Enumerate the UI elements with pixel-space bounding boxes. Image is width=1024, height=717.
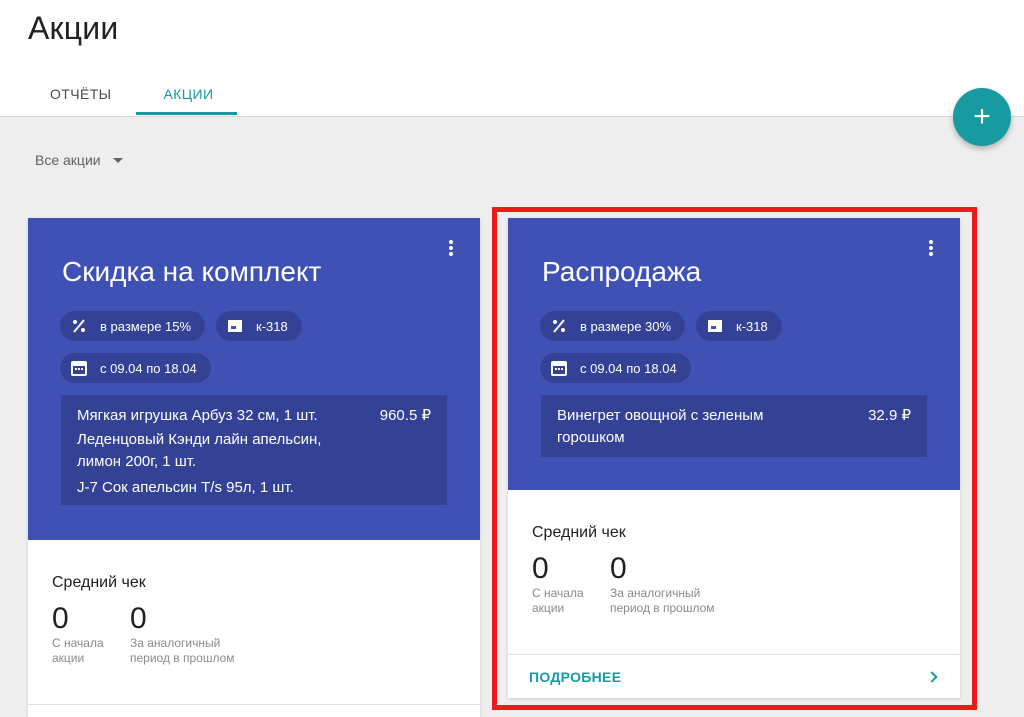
stat-value: 0 xyxy=(130,602,147,635)
details-link-label: ПОДРОБНЕЕ xyxy=(529,668,622,685)
stat-prev-period: 0 За аналогичный период в прошлом xyxy=(130,602,235,666)
product-row: Винегрет овощной с зеленым горошком 32.9… xyxy=(557,405,911,449)
page-title: Акции xyxy=(28,10,119,46)
store-icon xyxy=(226,317,244,335)
add-icon: + xyxy=(973,100,991,133)
stat-caption: С начала акции xyxy=(532,586,584,615)
more-vert-icon[interactable] xyxy=(448,240,454,258)
product-price: 32.9 ₽ xyxy=(868,407,911,424)
stat-caption: За аналогичный период в прошлом xyxy=(130,636,235,665)
add-promotion-button[interactable]: + xyxy=(953,88,1011,146)
percent-icon xyxy=(550,317,568,335)
date-text: с 09.04 по 18.04 xyxy=(100,360,197,376)
product-row: Леденцовый Кэнди лайн апельсин, лимон 20… xyxy=(77,429,431,473)
store-text: к-318 xyxy=(736,318,768,334)
filter-label: Все акции xyxy=(35,152,101,168)
details-link[interactable]: ПОДРОБНЕЕ xyxy=(508,654,960,698)
discount-chip: в размере 15% xyxy=(60,311,206,341)
store-chip: к-318 xyxy=(216,311,302,341)
active-tab-indicator xyxy=(136,112,237,115)
tab-promotions[interactable]: АКЦИИ xyxy=(137,72,239,116)
percent-icon xyxy=(70,317,88,335)
stat-value: 0 xyxy=(52,602,69,635)
card-title: Распродажа xyxy=(542,256,702,287)
stat-prev-period: 0 За аналогичный период в прошлом xyxy=(610,552,715,616)
tab-reports[interactable]: ОТЧЁТЫ xyxy=(24,72,137,116)
average-check-stats: Средний чек 0 С начала акции 0 За аналог… xyxy=(52,574,472,674)
card-title: Скидка на комплект xyxy=(62,256,322,287)
more-vert-icon[interactable] xyxy=(928,240,934,258)
card-footer-divider xyxy=(28,704,480,705)
date-chip: с 09.04 по 18.04 xyxy=(540,353,691,383)
date-chip: с 09.04 по 18.04 xyxy=(60,353,211,383)
product-list: Винегрет овощной с зеленым горошком 32.9… xyxy=(541,395,927,457)
stat-caption: С начала акции xyxy=(52,636,104,665)
store-text: к-318 xyxy=(256,318,288,334)
stat-value: 0 xyxy=(532,552,549,585)
discount-text: в размере 15% xyxy=(100,318,192,334)
product-name: Мягкая игрушка Арбуз 32 см, 1 шт. xyxy=(77,407,318,424)
calendar-icon xyxy=(550,359,568,377)
product-name: Леденцовый Кэнди лайн апельсин, лимон 20… xyxy=(77,431,322,470)
product-list: Мягкая игрушка Арбуз 32 см, 1 шт. 960.5 … xyxy=(61,395,447,505)
store-icon xyxy=(706,317,724,335)
chevron-right-icon xyxy=(926,670,938,683)
product-row: J-7 Сок апельсин T/s 95л, 1 шт. xyxy=(77,477,431,499)
product-name: J-7 Сок апельсин T/s 95л, 1 шт. xyxy=(77,479,294,496)
stat-caption: За аналогичный период в прошлом xyxy=(610,586,715,615)
product-row: Мягкая игрушка Арбуз 32 см, 1 шт. 960.5 … xyxy=(77,405,431,427)
stats-label: Средний чек xyxy=(52,574,146,591)
stat-since-start: 0 С начала акции xyxy=(52,602,104,666)
discount-text: в размере 30% xyxy=(580,318,672,334)
store-chip: к-318 xyxy=(696,311,782,341)
promotion-card: Распродажа в размере 30% к-318 с 09.04 п… xyxy=(508,218,960,698)
date-text: с 09.04 по 18.04 xyxy=(580,360,677,376)
card-header: Распродажа в размере 30% к-318 с 09.04 п… xyxy=(508,218,960,490)
card-header: Скидка на комплект в размере 15% к-318 с… xyxy=(28,218,480,540)
product-price: 960.5 ₽ xyxy=(379,407,431,424)
promotions-filter-dropdown[interactable]: Все акции xyxy=(35,152,123,168)
discount-chip: в размере 30% xyxy=(540,311,686,341)
calendar-icon xyxy=(70,359,88,377)
stat-since-start: 0 С начала акции xyxy=(532,552,584,616)
average-check-stats: Средний чек 0 С начала акции 0 За аналог… xyxy=(532,524,952,624)
product-name: Винегрет овощной с зеленым горошком xyxy=(557,407,764,446)
promotion-card: Скидка на комплект в размере 15% к-318 с… xyxy=(28,218,480,717)
dropdown-caret-icon xyxy=(112,157,123,163)
stats-label: Средний чек xyxy=(532,524,626,541)
tab-bar: ОТЧЁТЫ АКЦИИ xyxy=(24,72,239,116)
stat-value: 0 xyxy=(610,552,627,585)
